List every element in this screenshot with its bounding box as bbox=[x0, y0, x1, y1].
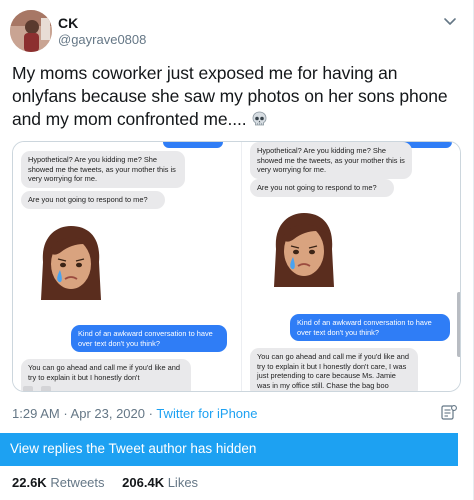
author-handle[interactable]: @gayrave0808 bbox=[58, 32, 146, 47]
apps-icon bbox=[41, 386, 51, 391]
tweet-time[interactable]: 1:29 AM bbox=[12, 406, 60, 421]
camera-icon bbox=[23, 386, 33, 391]
chevron-down-icon[interactable] bbox=[441, 12, 459, 30]
screenshot-right: Hypothetical? Are you kidding me? She sh… bbox=[241, 142, 460, 391]
author-name[interactable]: CK bbox=[58, 15, 78, 31]
crying-memoji-icon bbox=[274, 213, 334, 287]
screenshot-left: Hypothetical? Are you kidding me? She sh… bbox=[13, 142, 241, 391]
received-message: Hypothetical? Are you kidding me? She sh… bbox=[250, 142, 412, 179]
tweet-body: My moms coworker just exposed me for hav… bbox=[12, 63, 448, 129]
avatar[interactable] bbox=[10, 10, 52, 52]
tweet-photo[interactable]: Hypothetical? Are you kidding me? She sh… bbox=[12, 141, 461, 392]
tweet-card: CK @gayrave0808 My moms coworker just ex… bbox=[0, 0, 474, 500]
likes-count[interactable]: 206.4K bbox=[122, 475, 164, 490]
crying-memoji-icon bbox=[41, 226, 101, 300]
received-message: Hypothetical? Are you kidding me? She sh… bbox=[21, 151, 185, 188]
retweets-label[interactable]: Retweets bbox=[50, 475, 104, 490]
tweet-text: My moms coworker just exposed me for hav… bbox=[12, 62, 462, 131]
tweet-source-link[interactable]: Twitter for iPhone bbox=[156, 406, 257, 421]
photo-scrollbar[interactable] bbox=[457, 292, 460, 357]
analytics-icon[interactable] bbox=[441, 404, 457, 421]
meta-separator: · bbox=[145, 406, 157, 421]
received-message: You can go ahead and call me if you'd li… bbox=[250, 348, 418, 391]
retweets-count[interactable]: 22.6K bbox=[12, 475, 47, 490]
skull-icon bbox=[251, 111, 268, 128]
received-message: Are you not going to respond to me? bbox=[21, 191, 165, 209]
tweet-date[interactable]: Apr 23, 2020 bbox=[71, 406, 145, 421]
tweet-stats: 22.6K Retweets 206.4K Likes bbox=[12, 475, 198, 490]
likes-label[interactable]: Likes bbox=[168, 475, 198, 490]
received-message: Are you not going to respond to me? bbox=[250, 179, 394, 197]
meta-separator: · bbox=[59, 406, 71, 421]
tweet-meta: 1:29 AM · Apr 23, 2020 · Twitter for iPh… bbox=[12, 406, 257, 421]
sent-message: Kind of an awkward conversation to have … bbox=[71, 325, 227, 353]
cropped-sent-bubble bbox=[163, 142, 223, 148]
view-hidden-replies-button[interactable]: View replies the Tweet author has hidden bbox=[0, 433, 458, 466]
sent-message: Kind of an awkward conversation to have … bbox=[290, 314, 450, 342]
